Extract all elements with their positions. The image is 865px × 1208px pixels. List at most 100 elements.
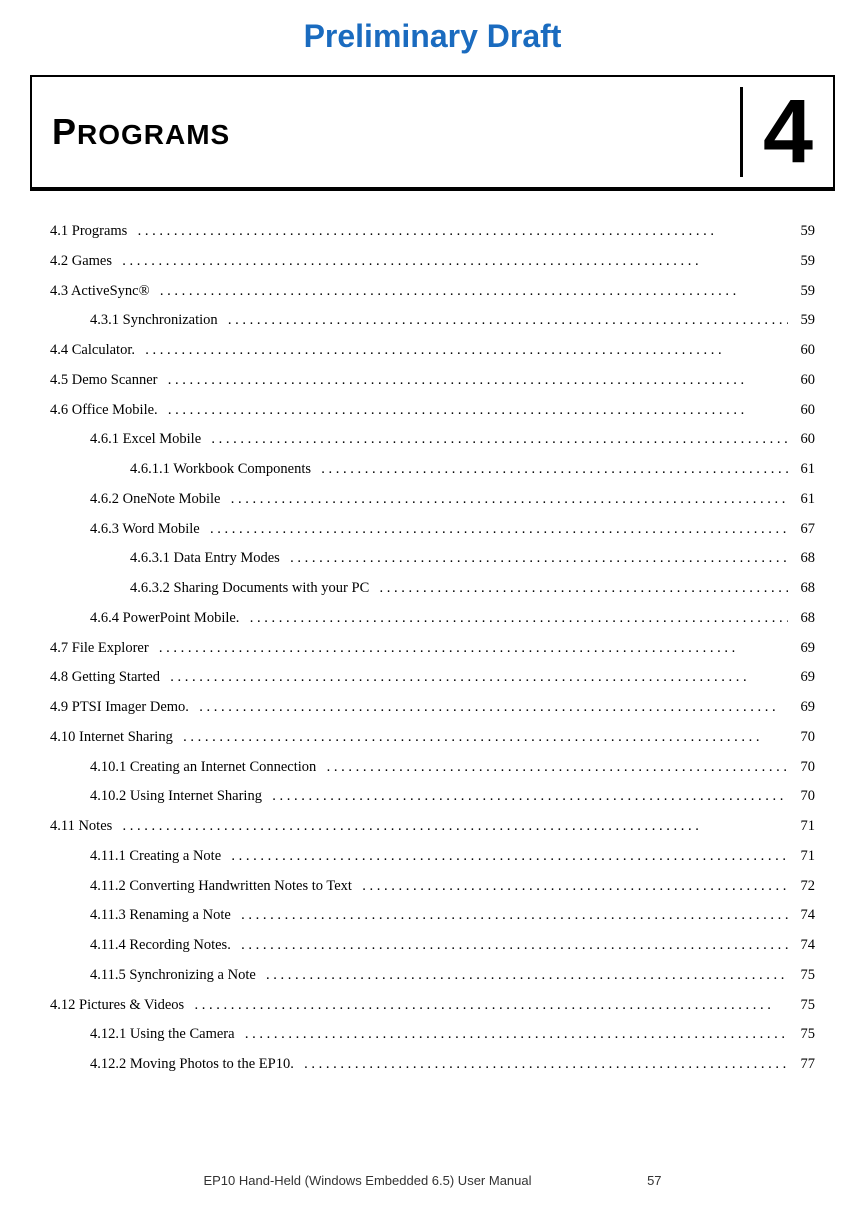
toc-entry: 4.10.2 Using Internet Sharing . . . . . … — [90, 786, 815, 809]
toc-dots: . . . . . . . . . . . . . . . . . . . . … — [314, 459, 788, 482]
toc-page: 60 — [791, 340, 815, 362]
toc-label: 4.2 Games — [50, 251, 112, 273]
toc-label: 4.11.4 Recording Notes. — [90, 935, 231, 957]
toc-entry: 4.2 Games . . . . . . . . . . . . . . . … — [50, 251, 815, 274]
toc-entry: 4.12.1 Using the Camera . . . . . . . . … — [90, 1024, 815, 1047]
toc-label: 4.10.1 Creating an Internet Connection — [90, 757, 316, 779]
toc-dots: . . . . . . . . . . . . . . . . . . . . … — [161, 370, 788, 393]
toc-label: 4.7 File Explorer — [50, 638, 149, 660]
toc-page: 60 — [791, 400, 815, 422]
toc-label: 4.12.2 Moving Photos to the EP10. — [90, 1054, 294, 1076]
toc-label: 4.9 PTSI Imager Demo. — [50, 697, 189, 719]
toc-dots: . . . . . . . . . . . . . . . . . . . . … — [259, 965, 788, 988]
toc-dots: . . . . . . . . . . . . . . . . . . . . … — [265, 786, 788, 809]
toc-page: 59 — [791, 310, 815, 332]
toc-entry: 4.6.1.1 Workbook Components . . . . . . … — [130, 459, 815, 482]
toc-page: 69 — [791, 638, 815, 660]
footer-text: EP10 Hand-Held (Windows Embedded 6.5) Us… — [203, 1173, 531, 1188]
toc-page: 74 — [791, 935, 815, 957]
footer: EP10 Hand-Held (Windows Embedded 6.5) Us… — [0, 1173, 865, 1188]
toc-label: 4.5 Demo Scanner — [50, 370, 158, 392]
toc-label: 4.6.3.1 Data Entry Modes — [130, 548, 280, 570]
toc-entry: 4.6.4 PowerPoint Mobile. . . . . . . . .… — [90, 608, 815, 631]
toc-page: 74 — [791, 905, 815, 927]
toc-page: 70 — [791, 757, 815, 779]
toc-label: 4.6.3 Word Mobile — [90, 519, 200, 541]
footer-page: 57 — [647, 1173, 661, 1188]
toc-entry: 4.10.1 Creating an Internet Connection .… — [90, 757, 815, 780]
toc-label: 4.8 Getting Started — [50, 667, 160, 689]
toc-dots: . . . . . . . . . . . . . . . . . . . . … — [221, 310, 788, 333]
toc-label: 4.10 Internet Sharing — [50, 727, 173, 749]
toc-dots: . . . . . . . . . . . . . . . . . . . . … — [319, 757, 788, 780]
toc-label: 4.11.5 Synchronizing a Note — [90, 965, 256, 987]
toc-page: 61 — [791, 459, 815, 481]
toc-dots: . . . . . . . . . . . . . . . . . . . . … — [234, 905, 788, 928]
toc-dots: . . . . . . . . . . . . . . . . . . . . … — [187, 995, 788, 1018]
toc-dots: . . . . . . . . . . . . . . . . . . . . … — [161, 400, 788, 423]
toc-page: 69 — [791, 697, 815, 719]
toc-page: 71 — [791, 846, 815, 868]
toc-page: 75 — [791, 995, 815, 1017]
toc-entry: 4.11 Notes . . . . . . . . . . . . . . .… — [50, 816, 815, 839]
toc-entry: 4.3 ActiveSync® . . . . . . . . . . . . … — [50, 281, 815, 304]
toc-page: 59 — [791, 251, 815, 273]
toc-entry: 4.11.3 Renaming a Note . . . . . . . . .… — [90, 905, 815, 928]
page-wrapper: Preliminary Draft PROGRAMS 4 4.1 Program… — [0, 0, 865, 1208]
toc-label: 4.6.3.2 Sharing Documents with your PC — [130, 578, 369, 600]
toc-entry: 4.11.4 Recording Notes. . . . . . . . . … — [90, 935, 815, 958]
toc-entry: 4.5 Demo Scanner . . . . . . . . . . . .… — [50, 370, 815, 393]
toc-entry: 4.11.5 Synchronizing a Note . . . . . . … — [90, 965, 815, 988]
toc-dots: . . . . . . . . . . . . . . . . . . . . … — [297, 1054, 788, 1077]
toc-entry: 4.12.2 Moving Photos to the EP10. . . . … — [90, 1054, 815, 1077]
toc-dots: . . . . . . . . . . . . . . . . . . . . … — [372, 578, 788, 601]
toc-entry: 4.7 File Explorer . . . . . . . . . . . … — [50, 638, 815, 661]
toc-entry: 4.4 Calculator. . . . . . . . . . . . . … — [50, 340, 815, 363]
toc-page: 60 — [791, 429, 815, 451]
toc-dots: . . . . . . . . . . . . . . . . . . . . … — [224, 846, 788, 869]
toc-entry: 4.9 PTSI Imager Demo. . . . . . . . . . … — [50, 697, 815, 720]
toc-page: 59 — [791, 221, 815, 243]
toc-label: 4.6.1.1 Workbook Components — [130, 459, 311, 481]
toc-page: 75 — [791, 965, 815, 987]
toc-label: 4.6.4 PowerPoint Mobile. — [90, 608, 239, 630]
toc-dots: . . . . . . . . . . . . . . . . . . . . … — [203, 519, 788, 542]
toc-label: 4.3.1 Synchronization — [90, 310, 218, 332]
toc-dots: . . . . . . . . . . . . . . . . . . . . … — [130, 221, 788, 244]
toc-page: 59 — [791, 281, 815, 303]
toc-dots: . . . . . . . . . . . . . . . . . . . . … — [115, 251, 788, 274]
chapter-title: PROGRAMS — [52, 111, 230, 153]
toc-container: 4.1 Programs . . . . . . . . . . . . . .… — [50, 221, 815, 1077]
toc-entry: 4.12 Pictures & Videos . . . . . . . . .… — [50, 995, 815, 1018]
toc-page: 77 — [791, 1054, 815, 1076]
toc-page: 75 — [791, 1024, 815, 1046]
toc-page: 72 — [791, 876, 815, 898]
toc-page: 60 — [791, 370, 815, 392]
toc-page: 68 — [791, 608, 815, 630]
toc-entry: 4.8 Getting Started . . . . . . . . . . … — [50, 667, 815, 690]
toc-entry: 4.6.3.2 Sharing Documents with your PC .… — [130, 578, 815, 601]
toc-entry: 4.3.1 Synchronization . . . . . . . . . … — [90, 310, 815, 333]
toc-dots: . . . . . . . . . . . . . . . . . . . . … — [115, 816, 788, 839]
toc-dots: . . . . . . . . . . . . . . . . . . . . … — [192, 697, 788, 720]
toc-entry: 4.6.3 Word Mobile . . . . . . . . . . . … — [90, 519, 815, 542]
toc-dots: . . . . . . . . . . . . . . . . . . . . … — [355, 876, 788, 899]
toc-page: 68 — [791, 578, 815, 600]
toc-label: 4.12.1 Using the Camera — [90, 1024, 235, 1046]
toc-label: 4.6 Office Mobile. — [50, 400, 158, 422]
toc-dots: . . . . . . . . . . . . . . . . . . . . … — [204, 429, 788, 452]
toc-entry: 4.11.2 Converting Handwritten Notes to T… — [90, 876, 815, 899]
toc-dots: . . . . . . . . . . . . . . . . . . . . … — [223, 489, 788, 512]
toc-entry: 4.6.1 Excel Mobile . . . . . . . . . . .… — [90, 429, 815, 452]
toc-label: 4.12 Pictures & Videos — [50, 995, 184, 1017]
toc-label: 4.6.2 OneNote Mobile — [90, 489, 220, 511]
toc-entry: 4.11.1 Creating a Note . . . . . . . . .… — [90, 846, 815, 869]
toc-label: 4.11.2 Converting Handwritten Notes to T… — [90, 876, 352, 898]
preliminary-draft-title: Preliminary Draft — [0, 0, 865, 65]
toc-page: 71 — [791, 816, 815, 838]
toc-page: 70 — [791, 727, 815, 749]
toc-entry: 4.6.2 OneNote Mobile . . . . . . . . . .… — [90, 489, 815, 512]
toc-label: 4.11.3 Renaming a Note — [90, 905, 231, 927]
toc-dots: . . . . . . . . . . . . . . . . . . . . … — [176, 727, 788, 750]
toc-dots: . . . . . . . . . . . . . . . . . . . . … — [234, 935, 788, 958]
